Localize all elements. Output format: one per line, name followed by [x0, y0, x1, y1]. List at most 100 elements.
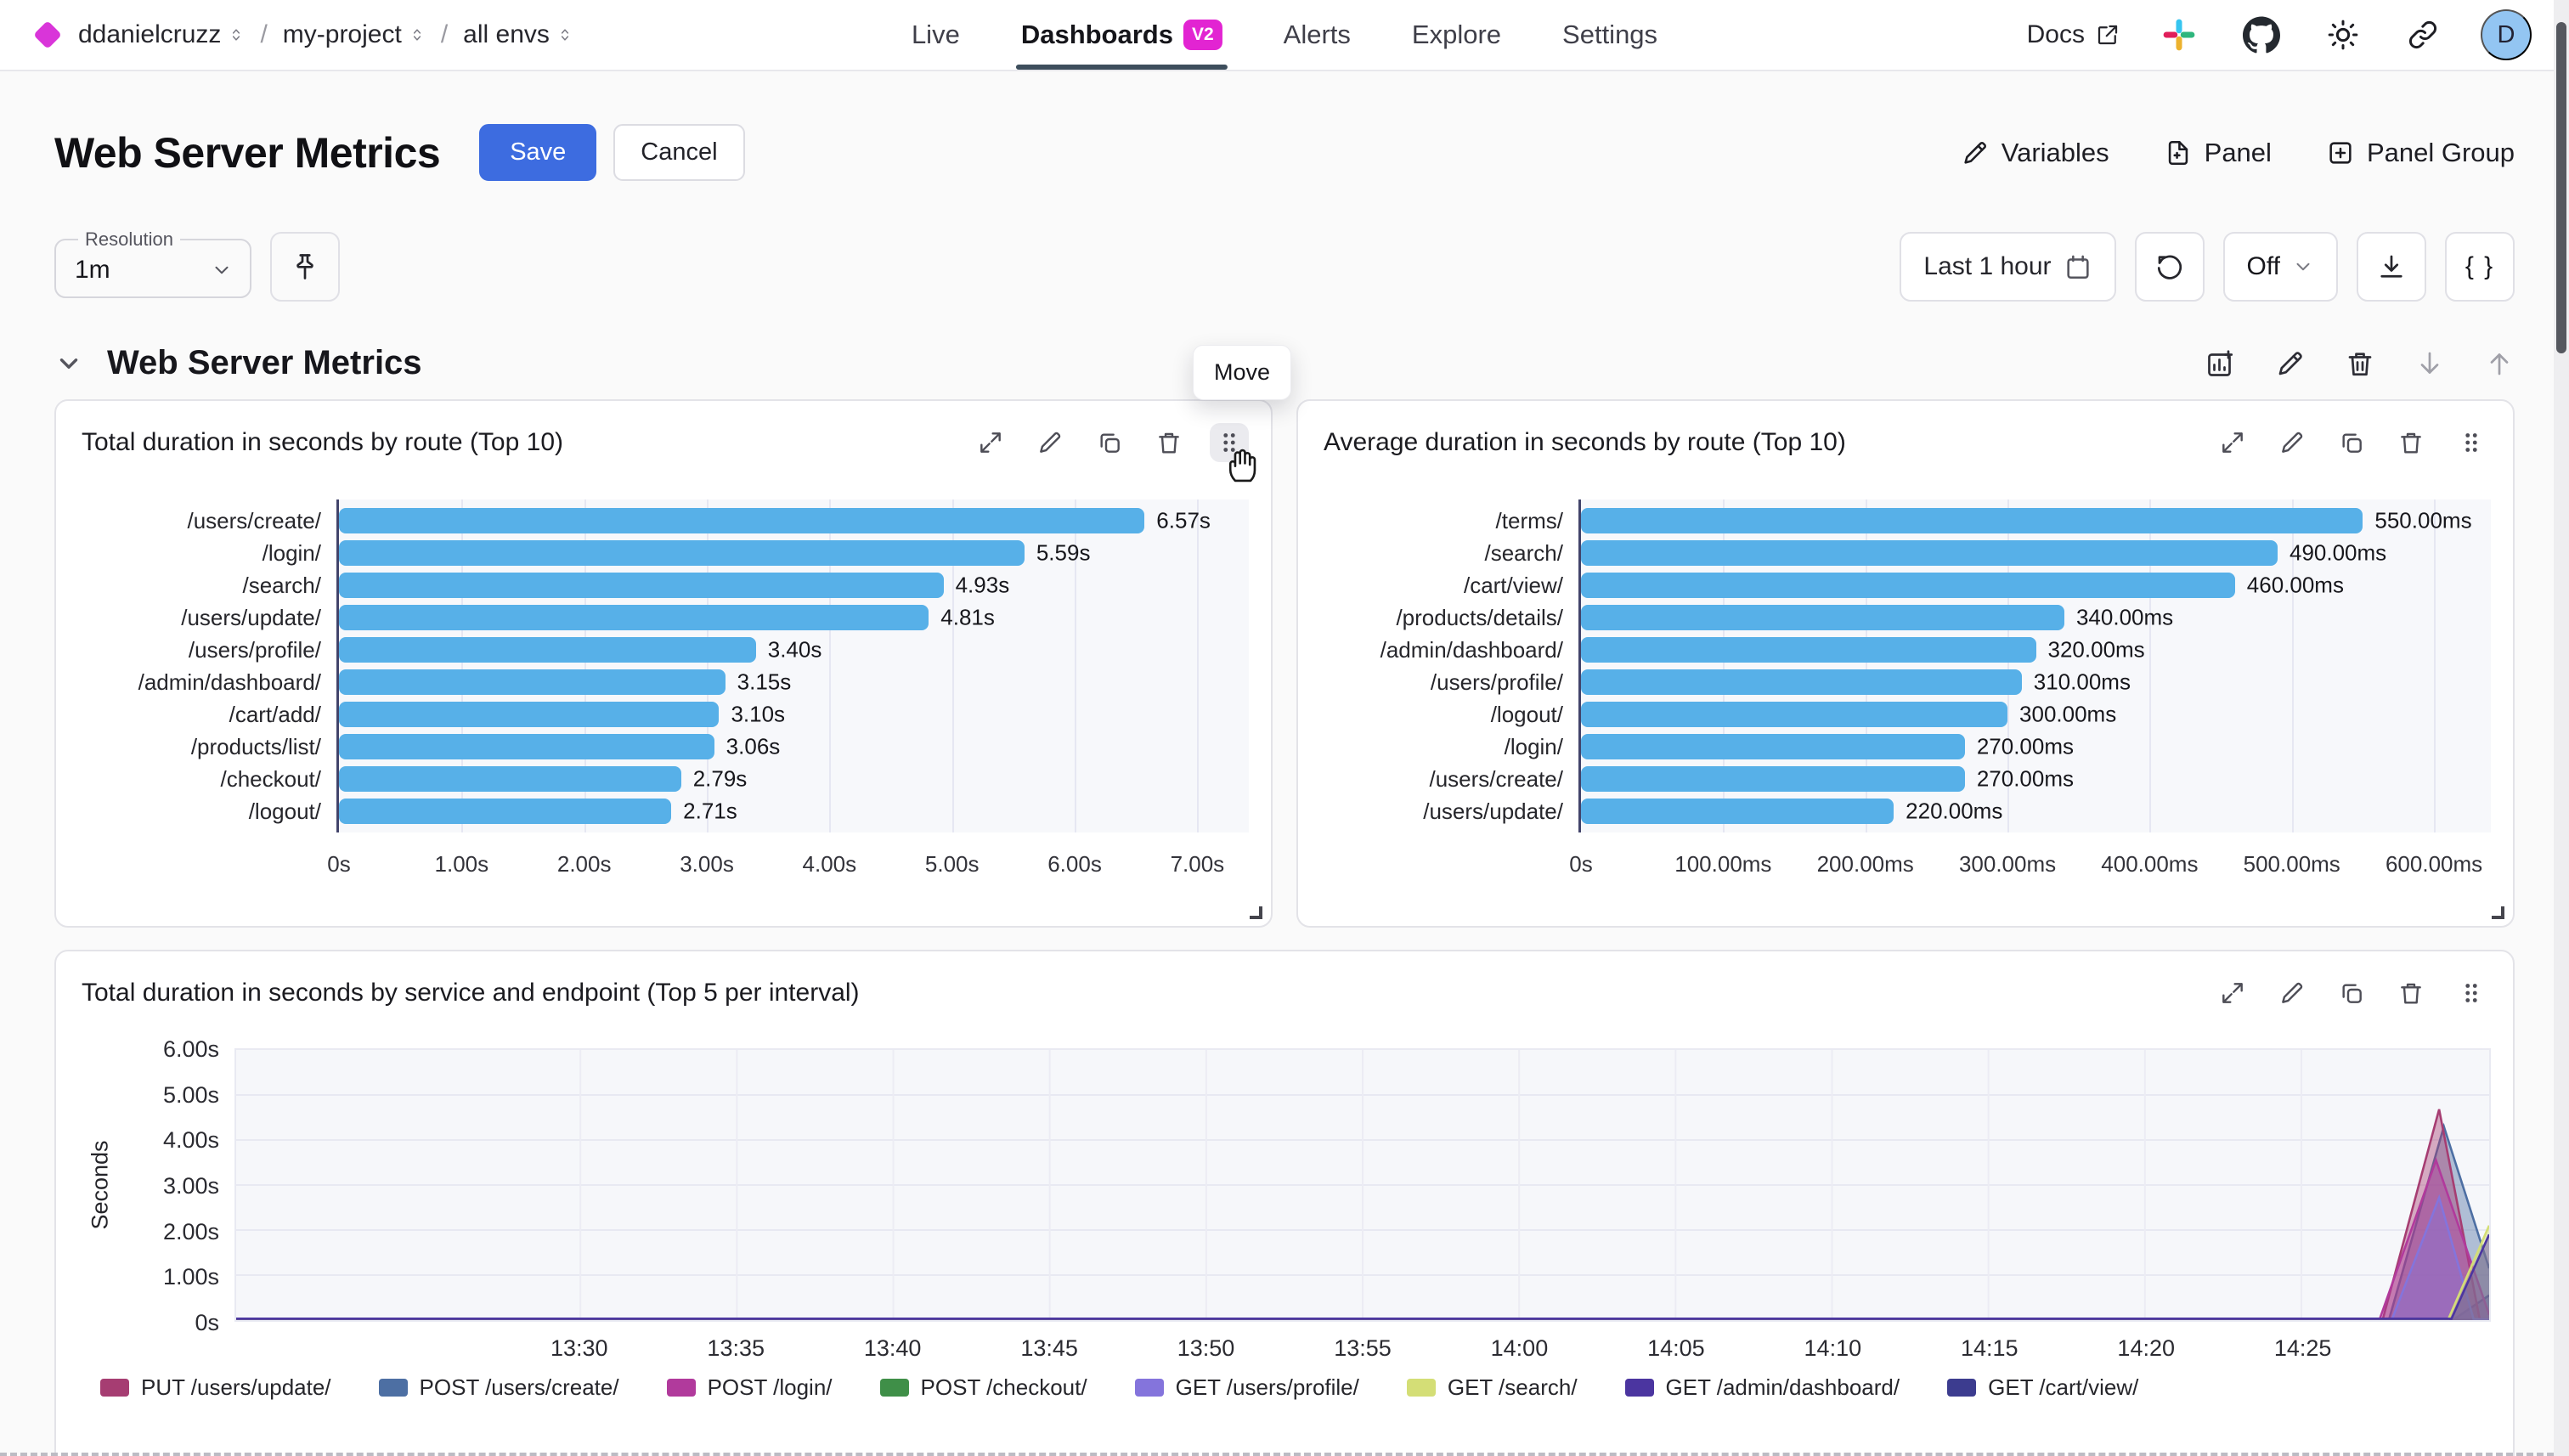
- project-selector[interactable]: my-project: [283, 20, 426, 49]
- nav-tab-settings[interactable]: Settings: [1562, 0, 1657, 70]
- bar-row: 340.00ms: [1581, 601, 2491, 634]
- legend-item[interactable]: POST /login/: [667, 1374, 833, 1401]
- legend-label: GET /admin/dashboard/: [1666, 1374, 1900, 1401]
- bar[interactable]: [1581, 637, 2036, 663]
- bar[interactable]: [339, 605, 929, 630]
- bar[interactable]: [339, 508, 1144, 533]
- braces-icon: { }: [2465, 252, 2494, 281]
- bar[interactable]: [1581, 766, 1965, 792]
- edit-panel-button[interactable]: [2273, 974, 2311, 1012]
- bar[interactable]: [1581, 508, 2363, 533]
- cancel-button[interactable]: Cancel: [613, 124, 744, 181]
- bar[interactable]: [339, 669, 726, 695]
- duplicate-panel-button[interactable]: [1091, 424, 1128, 461]
- move-section-down-button[interactable]: [2414, 348, 2445, 379]
- panel-resize-handle[interactable]: [1250, 906, 1262, 919]
- timeseries-chart: Seconds 6.00s5.00s4.00s3.00s2.00s1.00s0s…: [76, 1048, 2491, 1401]
- bar-row: 3.06s: [339, 731, 1249, 763]
- save-button[interactable]: Save: [479, 124, 596, 181]
- axis-tick-label: 13:55: [1334, 1335, 1392, 1362]
- nav-tab-dashboards[interactable]: Dashboards V2: [1021, 0, 1222, 70]
- axis-tick-label: 300.00ms: [1959, 851, 2056, 878]
- duplicate-panel-button[interactable]: [2333, 974, 2370, 1012]
- edit-panel-button[interactable]: [1031, 424, 1069, 461]
- legend-item[interactable]: GET /search/: [1407, 1374, 1578, 1401]
- nav-tab-explore[interactable]: Explore: [1412, 0, 1501, 70]
- resolution-select[interactable]: Resolution 1m: [54, 229, 251, 298]
- expand-panel-button[interactable]: [2214, 424, 2251, 461]
- legend-item[interactable]: POST /users/create/: [379, 1374, 619, 1401]
- trash-icon: [1155, 429, 1183, 456]
- move-section-up-button[interactable]: [2484, 348, 2515, 379]
- nav-tab-alerts[interactable]: Alerts: [1284, 0, 1351, 70]
- edit-section-button[interactable]: [2275, 348, 2306, 379]
- bar[interactable]: [1581, 799, 1894, 824]
- duplicate-panel-button[interactable]: [2333, 424, 2370, 461]
- bar[interactable]: [1581, 734, 1965, 759]
- env-selector[interactable]: all envs: [463, 20, 573, 49]
- bar[interactable]: [339, 799, 671, 824]
- legend-item[interactable]: GET /admin/dashboard/: [1625, 1374, 1900, 1401]
- panel-resize-handle[interactable]: [2492, 906, 2504, 919]
- bar-value-label: 5.59s: [1036, 540, 1091, 567]
- add-panel-button[interactable]: Panel: [2164, 138, 2272, 168]
- bar-category-label: /admin/dashboard/: [82, 666, 321, 698]
- delete-section-button[interactable]: [2345, 348, 2375, 379]
- drag-panel-handle[interactable]: [1210, 423, 1249, 462]
- legend-item[interactable]: PUT /users/update/: [100, 1374, 331, 1401]
- drag-panel-handle[interactable]: [2452, 973, 2491, 1013]
- github-button[interactable]: [2238, 11, 2285, 59]
- bar[interactable]: [339, 702, 719, 727]
- expand-panel-button[interactable]: [2214, 974, 2251, 1012]
- refresh-button[interactable]: [2135, 232, 2205, 302]
- time-range-picker[interactable]: Last 1 hour: [1900, 232, 2115, 302]
- legend-swatch: [1947, 1379, 1976, 1397]
- bar[interactable]: [339, 573, 944, 598]
- bar[interactable]: [1581, 702, 2007, 727]
- legend-item[interactable]: GET /users/profile/: [1135, 1374, 1359, 1401]
- json-view-button[interactable]: { }: [2445, 232, 2515, 302]
- arrow-down-icon: [2414, 348, 2445, 379]
- bar[interactable]: [1581, 540, 2278, 566]
- delete-panel-button[interactable]: [1150, 424, 1188, 461]
- expand-panel-button[interactable]: [972, 424, 1009, 461]
- org-selector[interactable]: ddanielcruzz: [78, 20, 245, 49]
- bar[interactable]: [339, 766, 681, 792]
- scrollbar-thumb[interactable]: [2556, 22, 2566, 353]
- bar-row: 5.59s: [339, 537, 1249, 569]
- variables-button[interactable]: Variables: [1961, 138, 2109, 168]
- bar[interactable]: [1581, 669, 2022, 695]
- timeseries-plot-area[interactable]: [234, 1048, 2491, 1322]
- edit-panel-button[interactable]: [2273, 424, 2311, 461]
- bar[interactable]: [339, 540, 1025, 566]
- user-avatar[interactable]: D: [2481, 9, 2532, 60]
- section-title: Web Server Metrics: [107, 344, 422, 382]
- bar[interactable]: [1581, 573, 2235, 598]
- share-link-button[interactable]: [2401, 13, 2445, 57]
- theme-toggle-button[interactable]: [2321, 13, 2365, 57]
- page-scrollbar[interactable]: [2554, 0, 2569, 1456]
- bar[interactable]: [1581, 605, 2064, 630]
- drag-panel-handle[interactable]: [2452, 423, 2491, 462]
- bar[interactable]: [339, 637, 756, 663]
- add-panel-group-button[interactable]: Panel Group: [2326, 138, 2515, 168]
- delete-panel-button[interactable]: [2392, 424, 2430, 461]
- auto-refresh-select[interactable]: Off: [2223, 232, 2338, 302]
- legend-swatch: [100, 1379, 129, 1397]
- drop-zone-divider: [0, 1453, 2554, 1456]
- collapse-section-button[interactable]: [54, 349, 83, 378]
- nav-tab-live[interactable]: Live: [912, 0, 960, 70]
- docs-link[interactable]: Docs: [2027, 20, 2120, 49]
- legend-item[interactable]: GET /cart/view/: [1947, 1374, 2138, 1401]
- download-button[interactable]: [2357, 232, 2426, 302]
- legend-item[interactable]: POST /checkout/: [880, 1374, 1087, 1401]
- bar[interactable]: [339, 734, 714, 759]
- bar-category-label: /logout/: [1324, 698, 1563, 731]
- bar-value-label: 6.57s: [1156, 508, 1211, 534]
- add-chart-button[interactable]: [2205, 348, 2236, 379]
- delete-panel-button[interactable]: [2392, 974, 2430, 1012]
- bar-chart-body: /terms//search//cart/view//products/deta…: [1324, 499, 2491, 832]
- pin-filters-button[interactable]: [270, 232, 340, 302]
- slack-button[interactable]: [2156, 12, 2202, 58]
- legend-swatch: [1135, 1379, 1164, 1397]
